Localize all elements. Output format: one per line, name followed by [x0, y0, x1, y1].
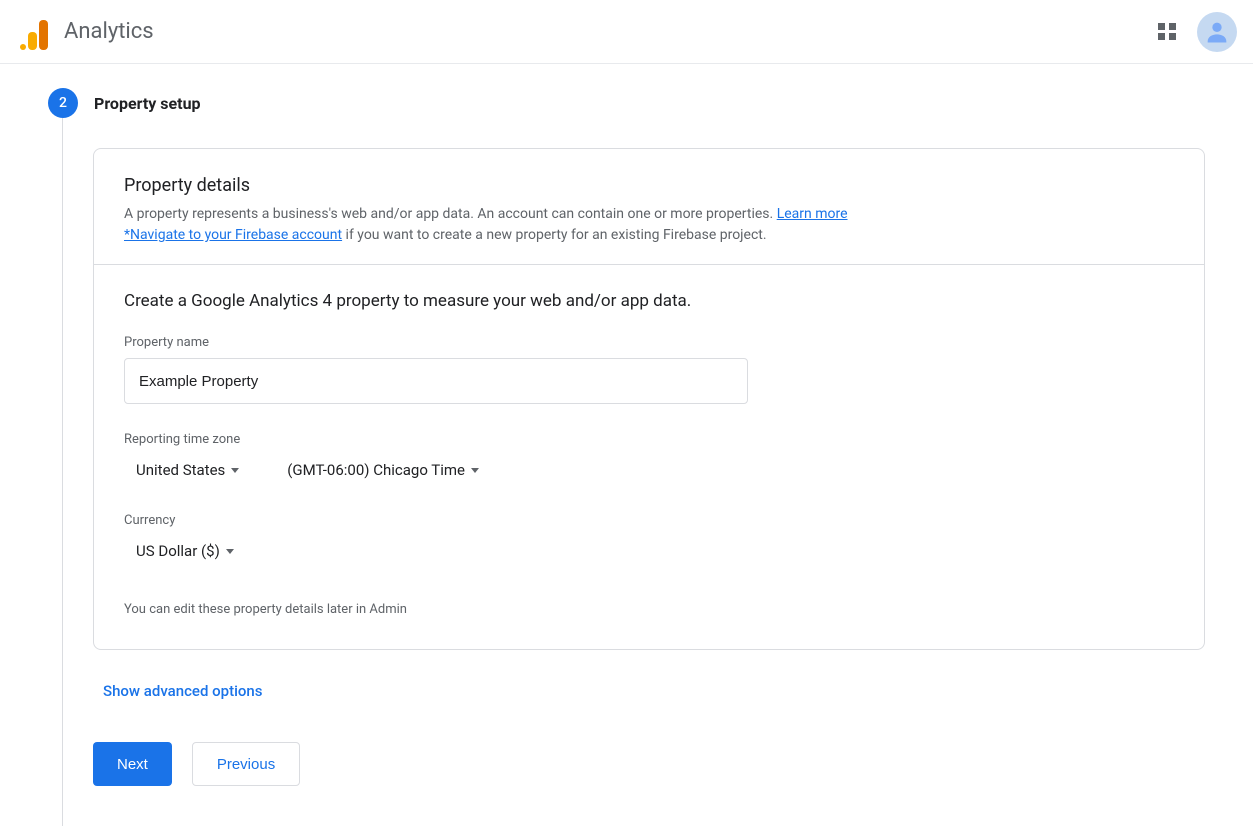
- currency-label: Currency: [124, 513, 1174, 528]
- logo-area: Analytics: [16, 14, 154, 50]
- property-name-label: Property name: [124, 335, 1174, 350]
- caret-down-icon: [226, 549, 234, 554]
- currency-dropdown[interactable]: US Dollar ($): [124, 536, 242, 566]
- step-header: 2 Property setup: [48, 88, 1253, 118]
- show-advanced-options-link[interactable]: Show advanced options: [103, 682, 262, 700]
- account-avatar[interactable]: [1197, 12, 1237, 52]
- form-subtitle: Create a Google Analytics 4 property to …: [124, 291, 1174, 311]
- app-header: Analytics: [0, 0, 1253, 64]
- step-number-badge: 2: [48, 88, 78, 118]
- country-dropdown[interactable]: United States: [124, 455, 247, 485]
- learn-more-link[interactable]: Learn more: [777, 206, 848, 222]
- next-button[interactable]: Next: [93, 742, 172, 786]
- property-details-card: Property details A property represents a…: [93, 148, 1205, 650]
- card-title: Property details: [124, 175, 1174, 196]
- card-description: A property represents a business's web a…: [124, 204, 1174, 246]
- google-apps-button[interactable]: [1147, 12, 1187, 52]
- caret-down-icon: [471, 468, 479, 473]
- edit-later-note: You can edit these property details late…: [124, 602, 1174, 617]
- person-icon: [1203, 18, 1231, 46]
- timezone-dropdown[interactable]: (GMT-06:00) Chicago Time: [275, 455, 487, 485]
- timezone-label: Reporting time zone: [124, 432, 1174, 447]
- app-title: Analytics: [64, 19, 154, 44]
- apps-grid-icon: [1158, 23, 1176, 41]
- previous-button[interactable]: Previous: [192, 742, 300, 786]
- step-title: Property setup: [94, 94, 201, 113]
- property-name-input[interactable]: [124, 358, 748, 404]
- caret-down-icon: [231, 468, 239, 473]
- analytics-logo-icon: [16, 14, 52, 50]
- firebase-link[interactable]: *Navigate to your Firebase account: [124, 227, 342, 243]
